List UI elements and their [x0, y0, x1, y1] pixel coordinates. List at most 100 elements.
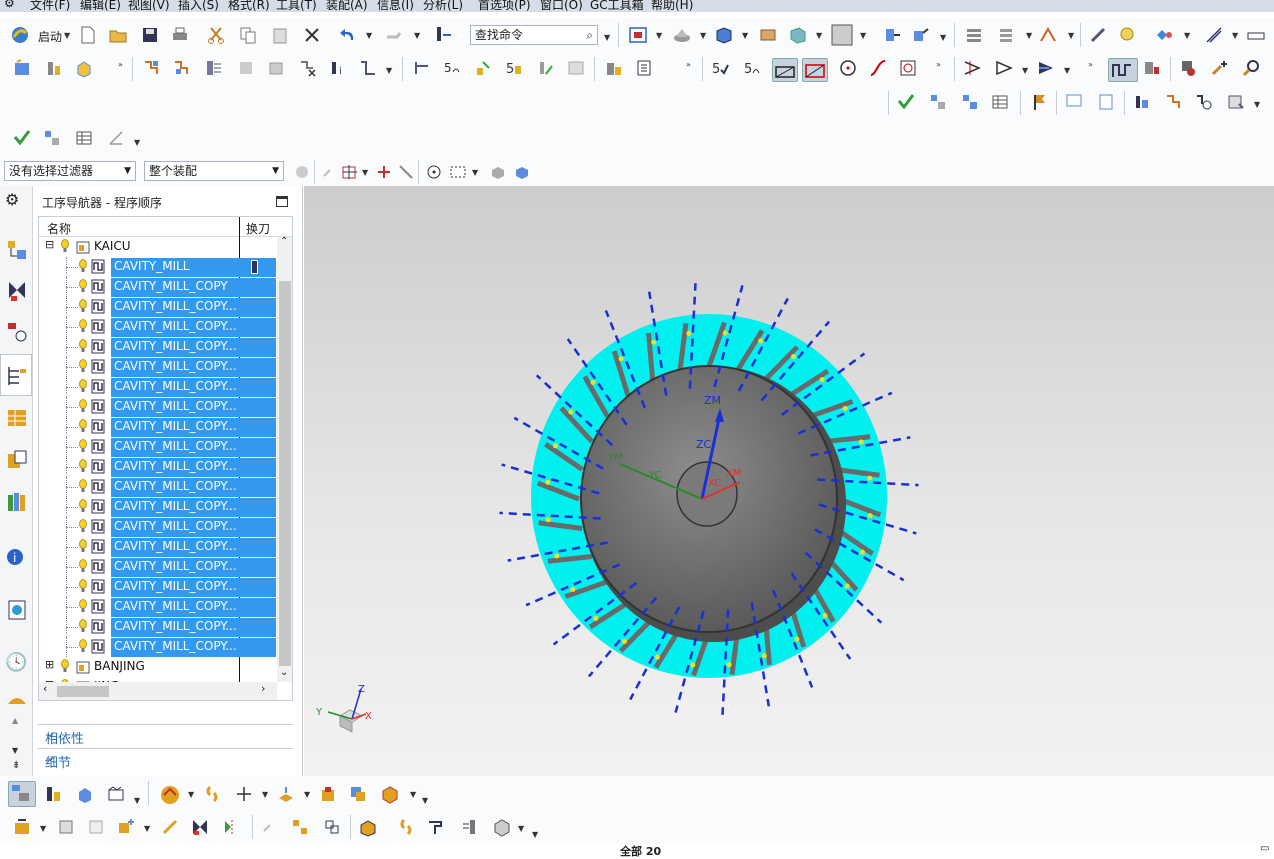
doc-icon[interactable]: [1096, 92, 1116, 112]
ruler-icon[interactable]: [1246, 25, 1266, 45]
orient-view-icon[interactable]: [714, 25, 734, 45]
program-table-icon[interactable]: [74, 128, 94, 148]
part-nav-icon[interactable]: [996, 25, 1016, 45]
geometry-view-tb-icon[interactable]: [76, 784, 96, 804]
array-icon[interactable]: [260, 817, 280, 837]
more-dropdown-icon[interactable]: ▼: [422, 796, 428, 805]
start-icon[interactable]: [10, 25, 30, 45]
menu-tools[interactable]: 工具(T): [276, 0, 317, 12]
open-folder-icon[interactable]: [108, 25, 128, 45]
table-op-icon[interactable]: [990, 92, 1010, 112]
row2b-more-icon[interactable]: »: [686, 60, 691, 69]
start-label[interactable]: 启动: [38, 28, 62, 45]
constraint-icon[interactable]: [190, 817, 210, 837]
graphics-viewport[interactable]: ZM ZC YM YC XM XC Z Y X: [304, 186, 1274, 776]
operation-row[interactable]: CAVITY_MILL_COPY...: [39, 437, 276, 457]
part-toggle-icon[interactable]: [802, 58, 828, 82]
operation-row[interactable]: CAVITY_MILL_COPY...: [39, 597, 276, 617]
operation-row[interactable]: CAVITY_MILL_COPY...: [39, 497, 276, 517]
geometry-view-icon[interactable]: 5: [504, 58, 524, 78]
box-icon[interactable]: [380, 784, 400, 804]
menu-insert[interactable]: 插入(S): [178, 0, 219, 12]
view-face-icon[interactable]: [488, 162, 508, 182]
point-snap-icon[interactable]: [374, 162, 394, 182]
undo-icon[interactable]: [338, 25, 358, 45]
program-order-view-icon[interactable]: [8, 781, 36, 807]
part-geometry[interactable]: [499, 283, 919, 715]
menu-analysis[interactable]: 分析(L): [423, 0, 463, 12]
wcs-dynamic-icon[interactable]: [910, 25, 930, 45]
nav-dropdown-icon[interactable]: ▼: [1026, 31, 1032, 40]
parallel-icon[interactable]: [1132, 92, 1152, 112]
scroll-down-icon[interactable]: ⌄: [280, 667, 288, 678]
shape-icon[interactable]: [1154, 25, 1174, 45]
explode-icon[interactable]: [460, 817, 480, 837]
history-icon[interactable]: 🕓: [5, 652, 29, 676]
group-op-icon[interactable]: [960, 92, 980, 112]
program-tree-icon[interactable]: [42, 128, 62, 148]
add-tool-icon[interactable]: [1210, 58, 1230, 78]
report-dropdown-icon[interactable]: ▼: [1254, 100, 1260, 109]
operation-row[interactable]: CAVITY_MILL: [39, 257, 276, 277]
comment-icon[interactable]: [1064, 92, 1084, 112]
select-feature-dropdown-icon[interactable]: ▼: [362, 168, 368, 177]
info-toolpath-icon[interactable]: i: [328, 58, 348, 78]
search-dropdown-icon[interactable]: ▼: [604, 33, 610, 42]
method-icon[interactable]: [474, 58, 494, 78]
library-icon[interactable]: [5, 490, 29, 514]
rect-select-icon[interactable]: [448, 162, 468, 182]
cutter-compare-icon[interactable]: [536, 58, 556, 78]
reuse-library-icon[interactable]: [5, 448, 29, 472]
blank-toggle-icon[interactable]: [772, 58, 798, 82]
search-command-input[interactable]: 查找命令 ⌕: [470, 25, 598, 45]
cutting-params-icon[interactable]: [1142, 58, 1162, 78]
background-dropdown-icon[interactable]: ▼: [860, 31, 866, 40]
toolpath-display-icon[interactable]: [962, 58, 982, 78]
add-icon[interactable]: [234, 784, 254, 804]
operation-row[interactable]: CAVITY_MILL_COPY...: [39, 637, 276, 657]
column-tool-change-header[interactable]: 换刀: [246, 220, 270, 237]
play-dropdown-icon[interactable]: ▼: [1064, 66, 1070, 75]
save-icon[interactable]: [140, 25, 160, 45]
background-color-icon[interactable]: [830, 23, 854, 47]
row2c-more-icon[interactable]: »: [936, 60, 941, 69]
sequence-icon[interactable]: [358, 817, 378, 837]
vertical-scrollbar[interactable]: ⌃ ⌄: [277, 236, 292, 682]
machine-icon[interactable]: [604, 58, 624, 78]
info-icon[interactable]: i: [5, 544, 29, 568]
operation-row[interactable]: CAVITY_MILL_COPY...: [39, 417, 276, 437]
box-dropdown-icon[interactable]: ▼: [410, 790, 416, 799]
menu-preferences[interactable]: 首选项(P): [478, 0, 531, 12]
transform-dropdown-icon[interactable]: ▼: [304, 790, 310, 799]
horizontal-scrollbar[interactable]: ‹ ›: [39, 682, 277, 700]
cube-icon[interactable]: [492, 817, 512, 837]
boundary-icon[interactable]: [898, 58, 918, 78]
row2-more-icon[interactable]: »: [118, 60, 123, 69]
repeat-command-icon[interactable]: [384, 25, 404, 45]
program-axis-icon[interactable]: [106, 128, 126, 148]
replace-icon[interactable]: [322, 817, 342, 837]
system-material-icon[interactable]: [5, 688, 29, 712]
method-view-icon[interactable]: [106, 784, 126, 804]
flag-icon[interactable]: [1030, 92, 1050, 112]
command-finder-icon[interactable]: [434, 25, 454, 45]
select-feature-icon[interactable]: [340, 162, 360, 182]
render-dropdown-icon[interactable]: ▼: [700, 31, 706, 40]
toolpath-anim-icon[interactable]: [994, 58, 1014, 78]
details-section[interactable]: 细节 ⌄: [38, 748, 293, 771]
operation-row[interactable]: CAVITY_MILL_COPY...: [39, 537, 276, 557]
scrollbar-thumb[interactable]: [279, 281, 291, 666]
time-icon[interactable]: [1194, 92, 1214, 112]
layer-icon[interactable]: [758, 25, 778, 45]
wcs-dropdown-icon[interactable]: ▼: [940, 33, 946, 42]
tool-path-edit-icon[interactable]: [1164, 92, 1184, 112]
simulate-icon[interactable]: [266, 58, 286, 78]
ops-toggle-icon[interactable]: [1108, 58, 1138, 82]
undo-dropdown-icon[interactable]: ▼: [366, 31, 372, 40]
tree-group-row[interactable]: ⊟ KAICU: [39, 237, 276, 257]
copy-op-icon[interactable]: [348, 784, 368, 804]
curve-icon[interactable]: [868, 58, 888, 78]
search-icon[interactable]: ⌕: [586, 26, 593, 44]
postprocess-icon[interactable]: [358, 58, 378, 78]
machine-tool-view-icon[interactable]: [44, 784, 64, 804]
